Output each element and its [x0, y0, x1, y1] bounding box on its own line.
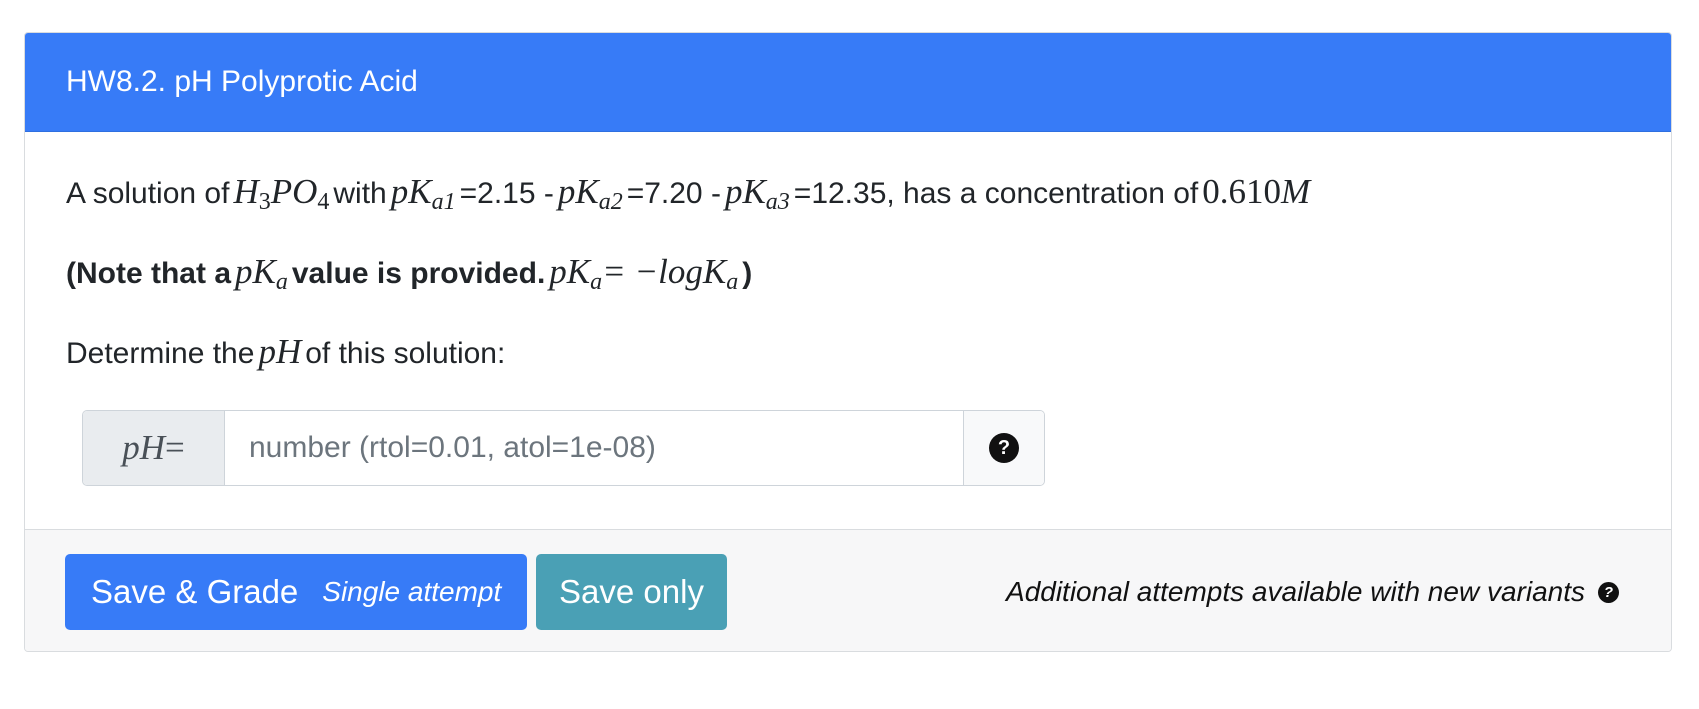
note-text: ) — [742, 257, 753, 290]
question-body: A solution of H3PO4 with pKa1 =2.15 - pK… — [25, 131, 1671, 529]
ph-symbol: pH — [258, 332, 302, 371]
note-text: value is provided. — [291, 257, 546, 290]
attempts-note-text: Additional attempts available with new v… — [1006, 576, 1585, 607]
question-line-3: Determine the pH of this solution: — [66, 332, 505, 372]
question-card: HW8.2. pH Polyprotic Acid A solution of … — [24, 32, 1672, 652]
pka3-value: =12.35, has a concentration of — [793, 177, 1199, 210]
answer-help-button[interactable]: ? — [963, 411, 1044, 485]
concentration: 0.610M — [1202, 172, 1311, 211]
answer-prefix: pH = — [83, 411, 225, 485]
single-attempt-label: Single attempt — [322, 576, 502, 607]
question-line-2: (Note that a pKa value is provided. pKa=… — [66, 252, 753, 295]
save-only-button[interactable]: Save only — [536, 554, 727, 630]
pka1-symbol: pKa1 — [390, 172, 456, 215]
question-header: HW8.2. pH Polyprotic Acid — [25, 33, 1671, 131]
pka3-symbol: pKa3 — [724, 172, 790, 215]
question-title: HW8.2. pH Polyprotic Acid — [66, 65, 418, 98]
question-circle-icon[interactable]: ? — [1598, 581, 1619, 603]
question-footer: Save & Grade Single attempt Save only Ad… — [25, 529, 1671, 651]
question-text: A solution of — [66, 177, 230, 210]
question-circle-icon[interactable]: ? — [989, 433, 1019, 463]
pka1-value: =2.15 - — [459, 177, 554, 210]
note-text: (Note that a — [66, 257, 231, 290]
save-and-grade-button[interactable]: Save & Grade Single attempt — [65, 554, 527, 630]
pka-definition: pKa= −logKa — [549, 252, 739, 295]
pka2-value: =7.20 - — [626, 177, 721, 210]
attempts-note: Additional attempts available with new v… — [1006, 554, 1619, 630]
ph-answer-input[interactable] — [225, 411, 963, 485]
pka-symbol: pKa — [235, 252, 288, 295]
question-text: with — [333, 177, 387, 210]
question-text: Determine the — [66, 337, 255, 370]
formula-h3po4: H3PO4 — [233, 172, 330, 215]
answer-input-group: pH = ? — [82, 410, 1045, 486]
question-line-1: A solution of H3PO4 with pKa1 =2.15 - pK… — [66, 172, 1314, 215]
question-text: of this solution: — [305, 337, 506, 370]
pka2-symbol: pKa2 — [557, 172, 623, 215]
save-and-grade-label: Save & Grade — [91, 573, 299, 610]
